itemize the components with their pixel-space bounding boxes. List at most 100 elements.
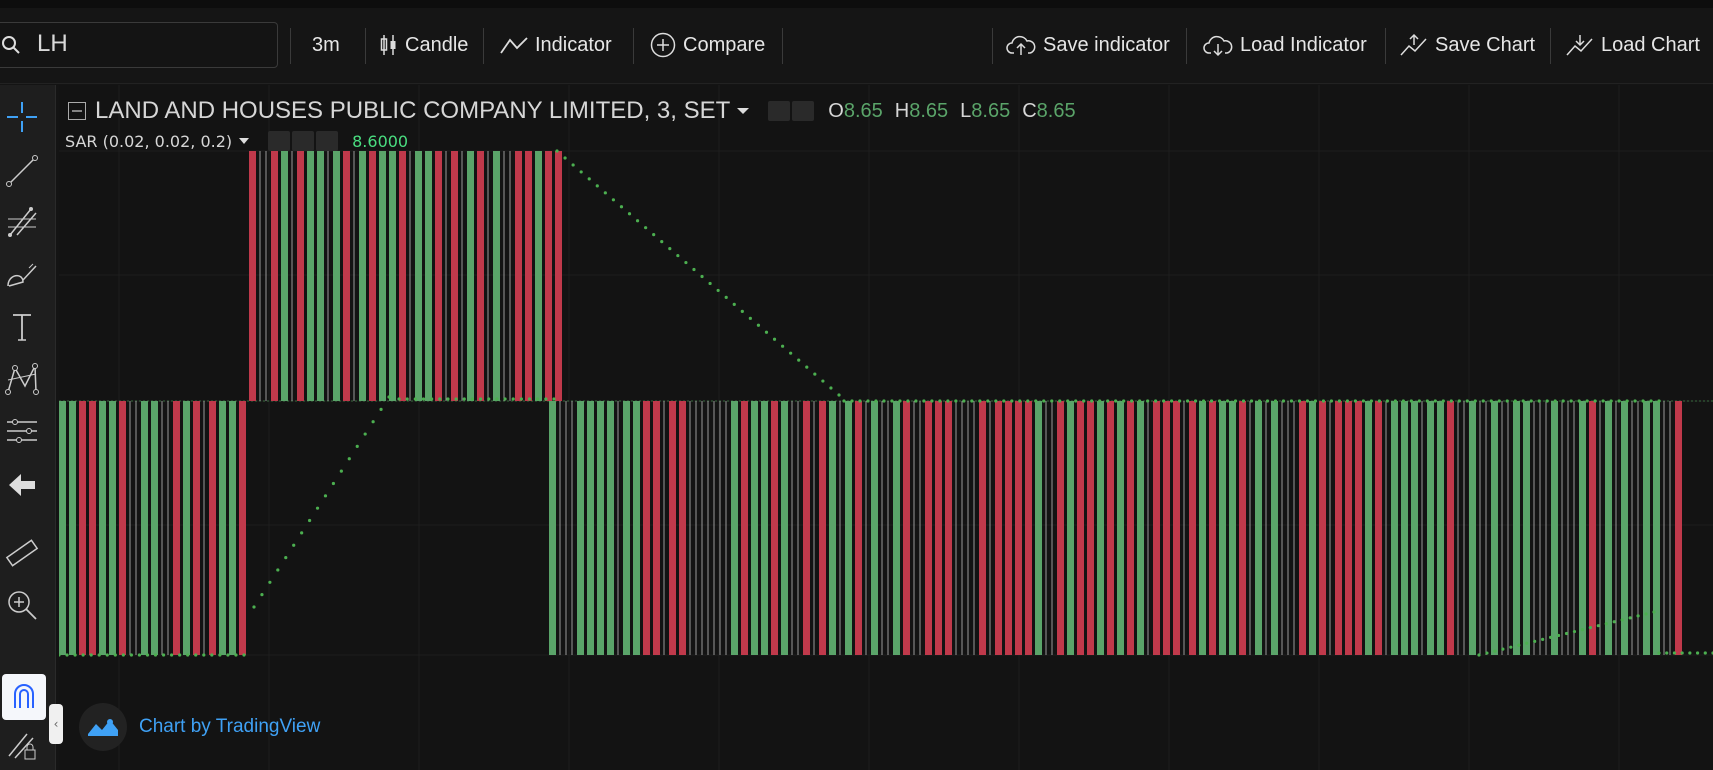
sar-dot bbox=[1596, 624, 1600, 628]
fib-tool[interactable] bbox=[2, 202, 42, 242]
sar-dot bbox=[756, 323, 761, 327]
gear-icon[interactable] bbox=[792, 101, 815, 121]
open-value: 8.65 bbox=[843, 99, 883, 122]
sar-dot bbox=[1217, 399, 1222, 403]
candle-up bbox=[1255, 401, 1262, 655]
toolbar-divider bbox=[992, 28, 993, 64]
chart-pane[interactable]: LAND AND HOUSES PUBLIC COMPANY LIMITED, … bbox=[59, 85, 1713, 770]
chart-type-button[interactable]: Candle bbox=[380, 26, 468, 64]
close-icon[interactable] bbox=[316, 131, 339, 151]
sar-dot bbox=[1601, 399, 1605, 403]
sar-dot bbox=[555, 149, 559, 153]
sar-dot bbox=[397, 397, 401, 401]
sar-dot bbox=[1649, 399, 1653, 403]
candle-down bbox=[555, 151, 562, 401]
sar-dot bbox=[405, 397, 409, 401]
sar-dot bbox=[1548, 635, 1553, 640]
sar-dot bbox=[587, 177, 591, 181]
sar-dot bbox=[1509, 645, 1513, 649]
candle-down bbox=[679, 401, 686, 655]
gear-icon[interactable] bbox=[292, 131, 315, 151]
sar-dot bbox=[234, 653, 238, 657]
collapse-legend-icon[interactable] bbox=[67, 101, 87, 121]
back-button[interactable] bbox=[2, 465, 42, 505]
compare-button[interactable]: Compare bbox=[650, 26, 765, 64]
candle-up bbox=[389, 151, 396, 401]
sar-dot bbox=[527, 397, 532, 401]
sar-dot bbox=[813, 372, 817, 376]
sar-dot bbox=[930, 399, 934, 403]
text-tool[interactable] bbox=[2, 307, 42, 347]
sar-dot bbox=[1553, 399, 1557, 403]
sar-dot bbox=[421, 397, 426, 401]
tradingview-watermark[interactable]: Chart by TradingView bbox=[79, 703, 320, 751]
symbol-title[interactable]: LAND AND HOUSES PUBLIC COMPANY LIMITED, … bbox=[95, 97, 730, 125]
load-indicator-button[interactable]: Load Indicator bbox=[1203, 26, 1367, 64]
eye-icon[interactable] bbox=[268, 131, 291, 151]
toolbar-divider bbox=[290, 28, 291, 64]
sar-dot bbox=[1525, 641, 1529, 645]
sar-dot bbox=[962, 399, 966, 403]
collapse-toolbar-tab[interactable]: ‹ bbox=[49, 704, 63, 744]
zoom-in-tool[interactable] bbox=[2, 585, 42, 625]
price-plot[interactable] bbox=[59, 85, 1713, 770]
sar-dot bbox=[1493, 649, 1497, 653]
sar-dot bbox=[552, 397, 556, 401]
eye-icon[interactable] bbox=[768, 101, 791, 121]
sar-dot bbox=[1329, 399, 1334, 403]
candle-up bbox=[1067, 401, 1074, 655]
candle-down bbox=[1173, 401, 1180, 655]
candle-up bbox=[1579, 401, 1586, 655]
candle-up bbox=[1491, 401, 1498, 655]
candle-down bbox=[1057, 401, 1064, 655]
sar-dot bbox=[1672, 651, 1677, 655]
sar-dot bbox=[1625, 399, 1629, 403]
load-indicator-label: Load Indicator bbox=[1240, 33, 1367, 56]
sar-dot bbox=[772, 337, 777, 341]
indicator-button[interactable]: Indicator bbox=[500, 26, 612, 64]
lock-draw-tool[interactable] bbox=[2, 725, 42, 765]
sar-dot bbox=[1652, 610, 1656, 614]
sar-dot bbox=[1034, 399, 1038, 403]
sar-dot bbox=[1688, 651, 1692, 655]
candle-down bbox=[903, 401, 910, 655]
crosshair-tool[interactable] bbox=[2, 97, 42, 137]
chevron-down-icon[interactable] bbox=[736, 106, 750, 116]
sar-dot bbox=[1281, 399, 1286, 403]
sar-dot bbox=[1050, 399, 1054, 403]
pattern-tool[interactable] bbox=[2, 359, 42, 399]
ruler-tool[interactable] bbox=[2, 533, 42, 573]
candle-up bbox=[893, 401, 900, 655]
candle-down bbox=[1087, 401, 1094, 655]
candle-down bbox=[239, 401, 246, 655]
load-chart-button[interactable]: Load Chart bbox=[1566, 26, 1700, 64]
symbol-search-field[interactable]: LH bbox=[0, 22, 278, 68]
save-chart-button[interactable]: Save Chart bbox=[1400, 26, 1535, 64]
brush-tool[interactable] bbox=[2, 255, 42, 295]
trend-line-tool[interactable] bbox=[2, 151, 42, 191]
sar-dot bbox=[1593, 399, 1597, 403]
candle-down bbox=[1355, 401, 1362, 655]
candle-down bbox=[819, 401, 826, 655]
sar-dot bbox=[1353, 399, 1357, 403]
magnet-tool[interactable] bbox=[2, 674, 46, 720]
candle-up bbox=[379, 151, 386, 401]
sar-dot bbox=[1082, 399, 1086, 403]
brush-icon bbox=[7, 263, 37, 287]
sar-dot bbox=[954, 399, 958, 403]
candle-down bbox=[1335, 401, 1342, 655]
candle-up bbox=[317, 151, 324, 401]
save-indicator-button[interactable]: Save indicator bbox=[1006, 26, 1170, 64]
sar-dot bbox=[1337, 399, 1341, 403]
sar-dot bbox=[478, 397, 483, 401]
sar-dot bbox=[495, 397, 499, 401]
sar-dot bbox=[1018, 399, 1022, 403]
sar-label[interactable]: SAR (0.02, 0.02, 0.2) bbox=[65, 132, 232, 151]
chevron-down-icon[interactable] bbox=[238, 137, 250, 145]
sar-dot bbox=[129, 653, 133, 657]
interval-button[interactable]: 3m bbox=[312, 26, 340, 64]
measure-icon bbox=[7, 419, 37, 443]
candle-down bbox=[1107, 401, 1114, 655]
magnet-icon bbox=[14, 684, 34, 708]
measure-tool[interactable] bbox=[2, 411, 42, 451]
